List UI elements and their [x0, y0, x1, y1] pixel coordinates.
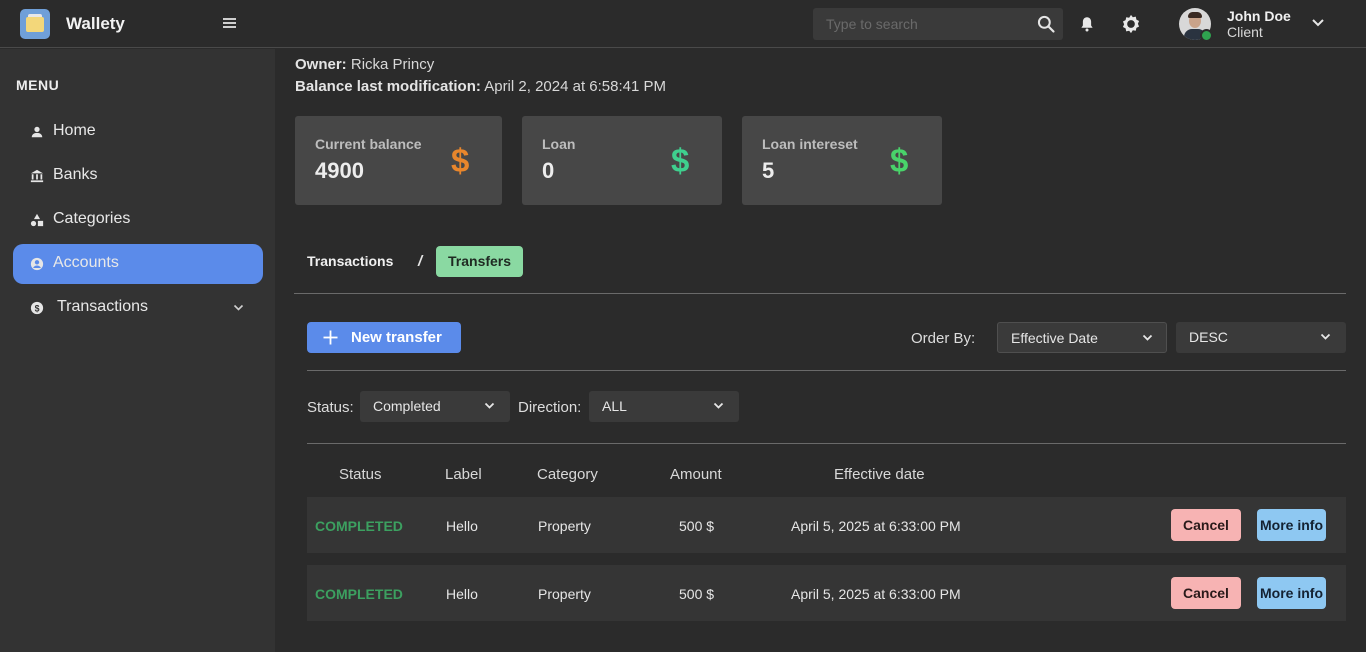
order-direction-value: DESC	[1189, 329, 1228, 345]
balance-modified-label: Balance last modification:	[295, 78, 481, 95]
card-value: 4900	[315, 158, 364, 183]
row-effective-date: April 5, 2025 at 6:33:00 PM	[791, 586, 961, 602]
column-header-label[interactable]: Label	[445, 466, 482, 483]
sidebar-item-transactions[interactable]: $ Transactions	[13, 288, 263, 328]
svg-text:$: $	[35, 304, 40, 314]
loan-interest-card: Loan intereset 5 $	[742, 116, 942, 205]
owner-label: Owner:	[295, 56, 347, 73]
card-label: Current balance	[315, 136, 422, 152]
chevron-down-icon[interactable]	[1311, 18, 1325, 28]
gear-icon[interactable]	[1120, 13, 1142, 35]
dollar-icon: $	[451, 142, 470, 179]
balance-modified-value: April 2, 2024 at 6:58:41 PM	[484, 78, 666, 95]
tab-separator: /	[418, 253, 423, 270]
sidebar-item-label: Transactions	[57, 298, 148, 315]
user-name: John Doe	[1227, 8, 1291, 24]
direction-filter-value: ALL	[602, 398, 627, 414]
status-filter-label: Status:	[307, 399, 354, 416]
person-icon	[31, 126, 43, 138]
dollar-coin-icon: $	[30, 301, 44, 315]
shapes-icon	[30, 213, 44, 227]
more-info-button[interactable]: More info	[1257, 509, 1326, 541]
bank-icon	[30, 169, 44, 183]
sidebar-item-label: Banks	[53, 166, 98, 183]
loan-card: Loan 0 $	[522, 116, 722, 205]
search-box	[813, 8, 1063, 40]
order-by-select[interactable]: Effective Date	[997, 322, 1167, 353]
sidebar-item-banks[interactable]: Banks	[13, 156, 263, 196]
tab-transactions[interactable]: Transactions	[295, 246, 405, 277]
row-label: Hello	[446, 518, 478, 534]
status-badge: COMPLETED	[315, 518, 403, 534]
user-role: Client	[1227, 24, 1263, 40]
row-label: Hello	[446, 586, 478, 602]
row-effective-date: April 5, 2025 at 6:33:00 PM	[791, 518, 961, 534]
bell-icon[interactable]	[1078, 14, 1096, 34]
chevron-down-icon	[1142, 334, 1153, 341]
direction-filter-select[interactable]: ALL	[589, 391, 739, 422]
plus-icon	[323, 330, 338, 345]
order-by-label: Order By:	[911, 330, 976, 347]
menu-toggle-icon[interactable]	[223, 18, 236, 29]
status-filter-value: Completed	[373, 398, 441, 414]
owner-value: Ricka Princy	[350, 56, 435, 73]
sidebar-item-label: Categories	[53, 210, 131, 227]
sidebar-item-accounts[interactable]: Accounts	[13, 244, 263, 284]
balance-modified-line: Balance last modification: April 2, 2024…	[295, 78, 666, 95]
divider	[307, 443, 1346, 444]
menu-title: MENU	[16, 77, 60, 93]
cancel-button[interactable]: Cancel	[1171, 577, 1241, 609]
direction-filter-label: Direction:	[518, 399, 582, 416]
sidebar-item-home[interactable]: Home	[13, 112, 263, 152]
card-value: 5	[762, 158, 775, 183]
dollar-icon: $	[671, 142, 690, 179]
account-circle-icon	[30, 257, 44, 271]
chevron-down-icon	[1320, 333, 1331, 340]
status-filter-select[interactable]: Completed	[360, 391, 510, 422]
column-header-status[interactable]: Status	[339, 466, 382, 483]
order-by-value: Effective Date	[1011, 330, 1098, 346]
row-amount: 500 $	[679, 586, 715, 602]
card-value: 0	[542, 158, 555, 183]
online-status-dot	[1200, 29, 1213, 42]
chevron-down-icon	[713, 402, 724, 409]
chevron-down-icon[interactable]	[233, 304, 244, 312]
sidebar-item-label: Accounts	[53, 254, 119, 271]
column-header-category[interactable]: Category	[537, 466, 598, 483]
cancel-button[interactable]: Cancel	[1171, 509, 1241, 541]
wallet-logo-icon[interactable]	[20, 9, 50, 39]
dollar-icon: $	[890, 142, 909, 179]
card-label: Loan	[542, 136, 576, 152]
table-row: COMPLETED Hello Property 500 $ April 5, …	[307, 565, 1346, 621]
row-category: Property	[538, 586, 591, 602]
more-info-button[interactable]: More info	[1257, 577, 1326, 609]
owner-line: Owner: Ricka Princy	[295, 56, 434, 73]
status-badge: COMPLETED	[315, 586, 403, 602]
row-amount: 500 $	[679, 518, 715, 534]
card-label: Loan intereset	[762, 136, 858, 152]
app-name: Wallety	[66, 14, 125, 33]
current-balance-card: Current balance 4900 $	[295, 116, 502, 205]
new-transfer-label: New transfer	[351, 329, 442, 346]
tab-transfers[interactable]: Transfers	[436, 246, 524, 277]
column-header-amount[interactable]: Amount	[670, 466, 722, 483]
sidebar-item-categories[interactable]: Categories	[13, 200, 263, 240]
table-row: COMPLETED Hello Property 500 $ April 5, …	[307, 497, 1346, 553]
new-transfer-button[interactable]: New transfer	[307, 322, 461, 353]
chevron-down-icon	[484, 402, 495, 409]
top-bar: Wallety John Doe Client	[0, 0, 1366, 48]
row-category: Property	[538, 518, 591, 534]
sidebar: MENU Home Banks Categories Accounts $ Tr…	[0, 49, 275, 652]
search-input[interactable]	[813, 8, 1033, 40]
sidebar-item-label: Home	[53, 122, 96, 139]
order-direction-select[interactable]: DESC	[1176, 322, 1346, 353]
divider	[294, 293, 1346, 294]
search-icon[interactable]	[1036, 14, 1056, 34]
column-header-effective-date[interactable]: Effective date	[834, 466, 925, 483]
divider	[307, 370, 1346, 371]
